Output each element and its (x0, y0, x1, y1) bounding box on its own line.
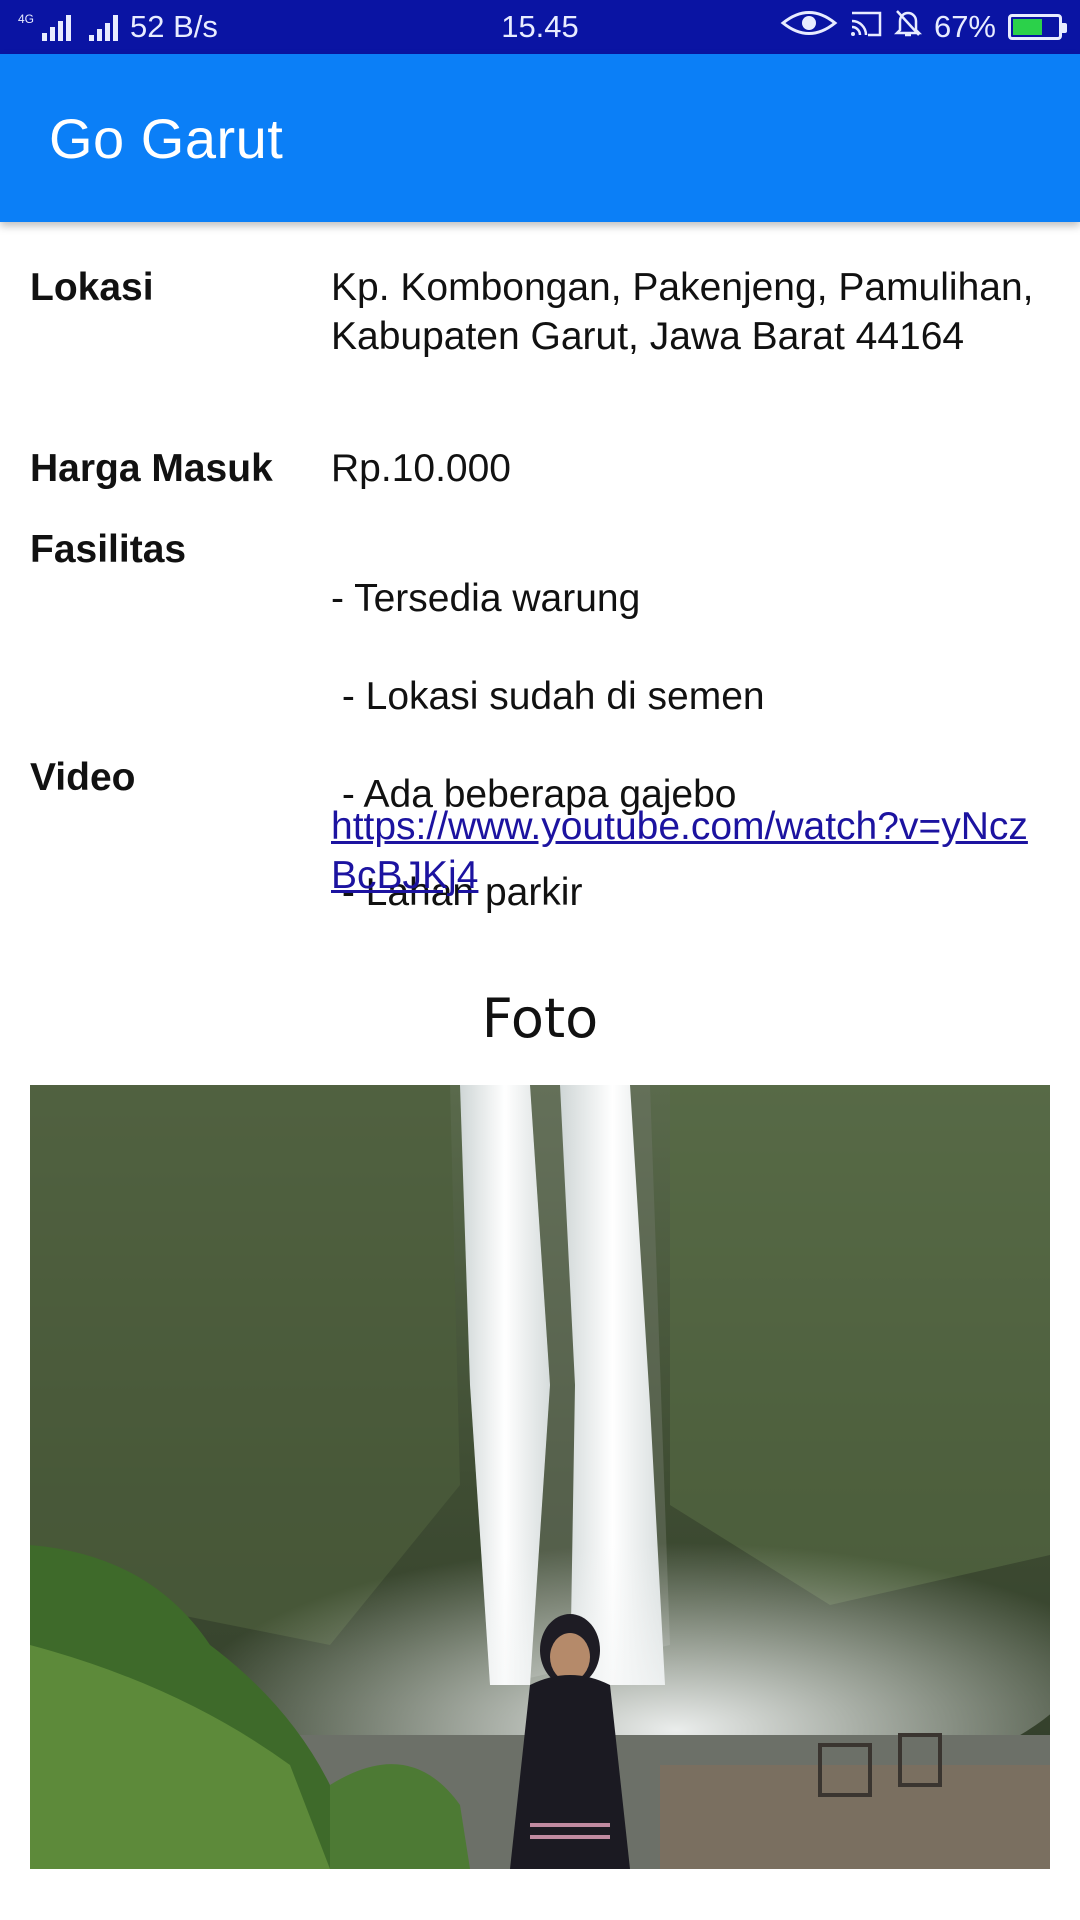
waterfall-photo (30, 1085, 1050, 1869)
video-label: Video (30, 756, 136, 799)
video-value: https://www.youtube.com/watch?v=yNczBcBJ… (331, 753, 1051, 900)
battery-charging-icon (1008, 14, 1067, 40)
status-left: 4G 52 B/s (18, 9, 218, 45)
signal-icon (42, 13, 72, 41)
video-link[interactable]: https://www.youtube.com/watch?v=yNczBcBJ… (331, 805, 1028, 897)
network-speed: 52 B/s (130, 9, 218, 44)
signal-icon (89, 13, 119, 41)
status-right: 67% (780, 8, 1067, 46)
bell-off-icon (893, 8, 922, 46)
eye-icon (780, 8, 838, 46)
app-title: Go Garut (49, 106, 284, 170)
lokasi-value: Kp. Kombongan, Pakenjeng, Pamulihan, Kab… (331, 266, 1034, 358)
harga-label: Harga Masuk (30, 447, 273, 490)
harga-value: Rp.10.000 (331, 447, 511, 490)
fasilitas-label: Fasilitas (30, 528, 187, 571)
cast-icon (850, 9, 882, 45)
foto-title: Foto (481, 987, 599, 1050)
lokasi-label: Lokasi (30, 266, 154, 309)
status-bar: 4G 52 B/s 15.45 67% (0, 0, 1080, 54)
battery-percent: 67% (933, 9, 996, 44)
fasilitas-item: - Tersedia warung (331, 577, 641, 620)
app-bar: Go Garut (0, 54, 1080, 222)
fasilitas-item: - Lokasi sudah di semen (331, 675, 765, 718)
network-type: 4G (18, 12, 35, 26)
